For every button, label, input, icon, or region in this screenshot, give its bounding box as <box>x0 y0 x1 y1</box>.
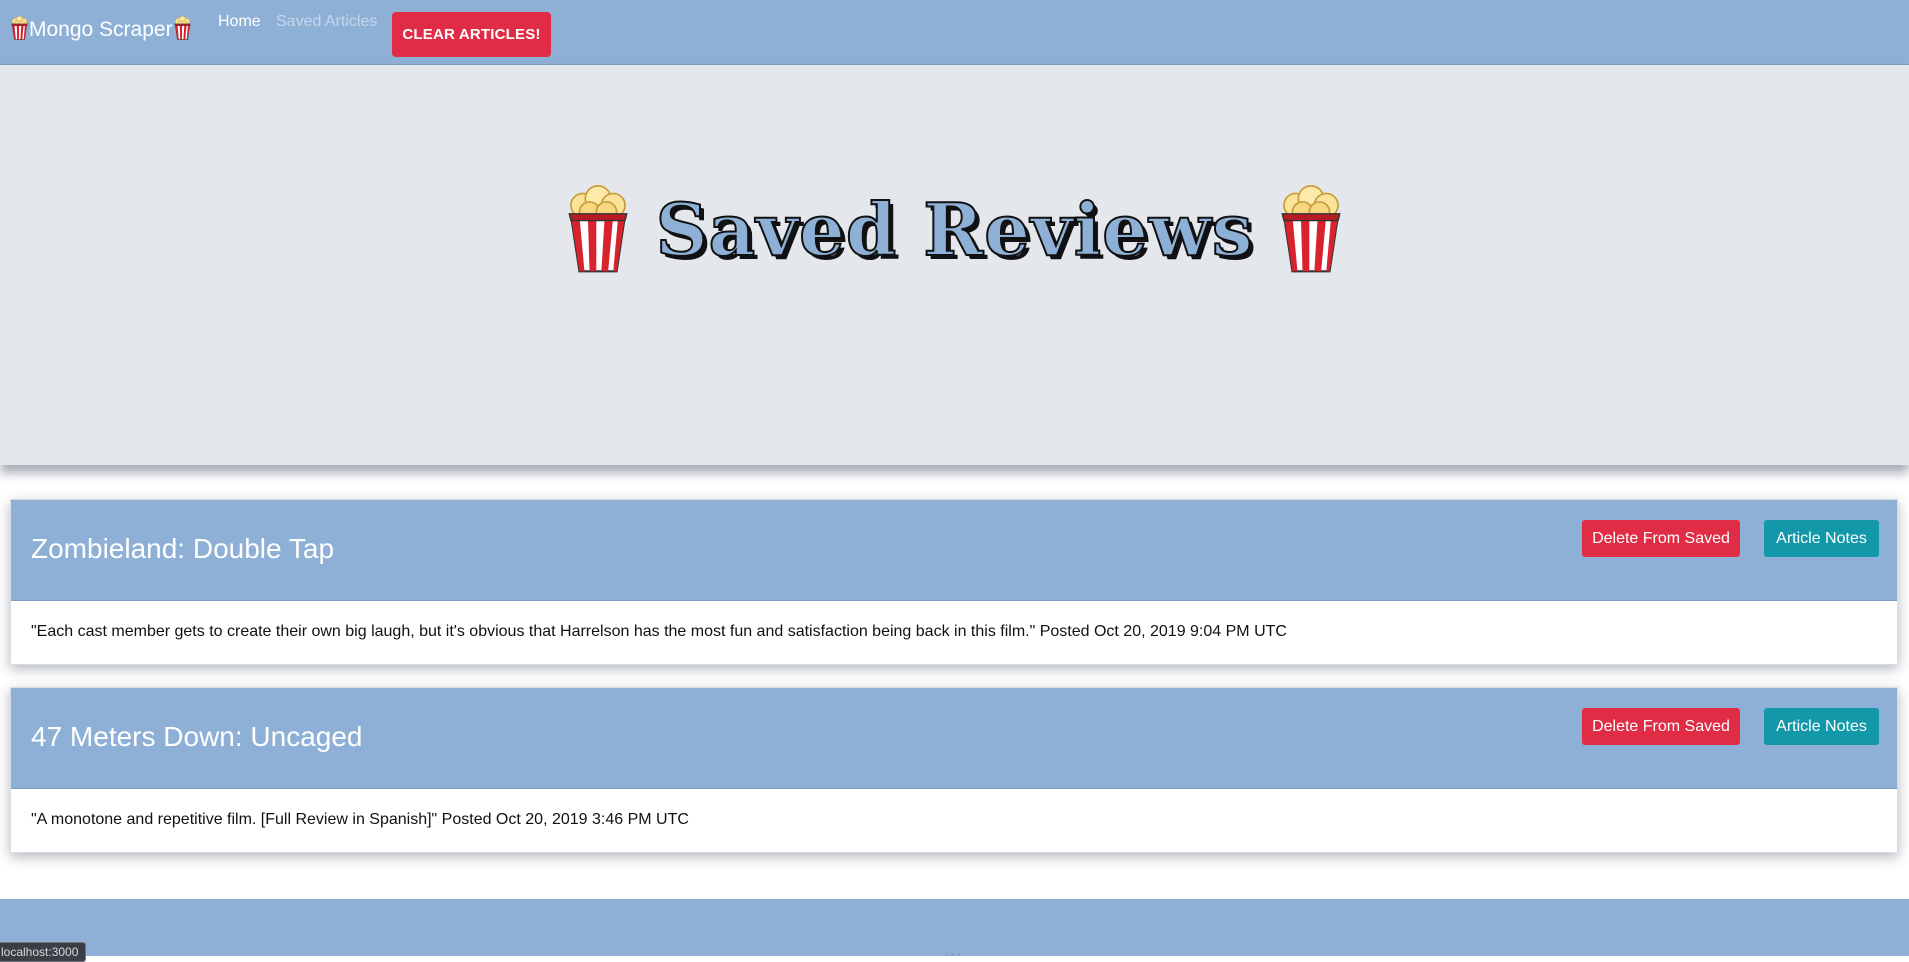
navbar: Mongo Scraper Home Saved Articles CLEAR … <box>0 0 1909 65</box>
article-card-header: Zombieland: Double Tap Delete From Saved… <box>11 500 1897 601</box>
status-url-tooltip: localhost:3000 <box>0 942 86 962</box>
popcorn-icon <box>10 16 29 40</box>
page-title: Saved Reviews <box>655 186 1254 273</box>
nav-link-saved-articles[interactable]: Saved Articles <box>276 12 377 32</box>
article-card: 47 Meters Down: Uncaged Delete From Save… <box>10 687 1898 853</box>
brand-label: Mongo Scraper <box>29 18 173 41</box>
article-title: 47 Meters Down: Uncaged <box>31 721 363 752</box>
delete-from-saved-button[interactable]: Delete From Saved <box>1582 520 1740 557</box>
footer: · · · <box>0 899 1909 960</box>
article-card-header: 47 Meters Down: Uncaged Delete From Save… <box>11 688 1897 789</box>
hero-heading: Saved Reviews <box>0 185 1909 273</box>
popcorn-icon <box>173 16 192 40</box>
article-notes-button[interactable]: Article Notes <box>1764 520 1879 557</box>
article-card: Zombieland: Double Tap Delete From Saved… <box>10 499 1898 665</box>
delete-from-saved-button[interactable]: Delete From Saved <box>1582 708 1740 745</box>
popcorn-icon <box>1277 185 1345 273</box>
article-notes-button[interactable]: Article Notes <box>1764 708 1879 745</box>
article-summary: "A monotone and repetitive film. [Full R… <box>31 811 689 828</box>
nav-link-home[interactable]: Home <box>218 12 261 32</box>
clear-articles-button[interactable]: CLEAR ARTICLES! <box>392 12 551 57</box>
article-title: Zombieland: Double Tap <box>31 533 335 564</box>
footer-text-fragment: · · · <box>945 949 961 960</box>
navbar-brand[interactable]: Mongo Scraper <box>10 16 192 43</box>
jumbotron: Saved Reviews <box>0 65 1909 465</box>
popcorn-icon <box>564 185 632 273</box>
article-summary: "Each cast member gets to create their o… <box>31 623 1287 640</box>
